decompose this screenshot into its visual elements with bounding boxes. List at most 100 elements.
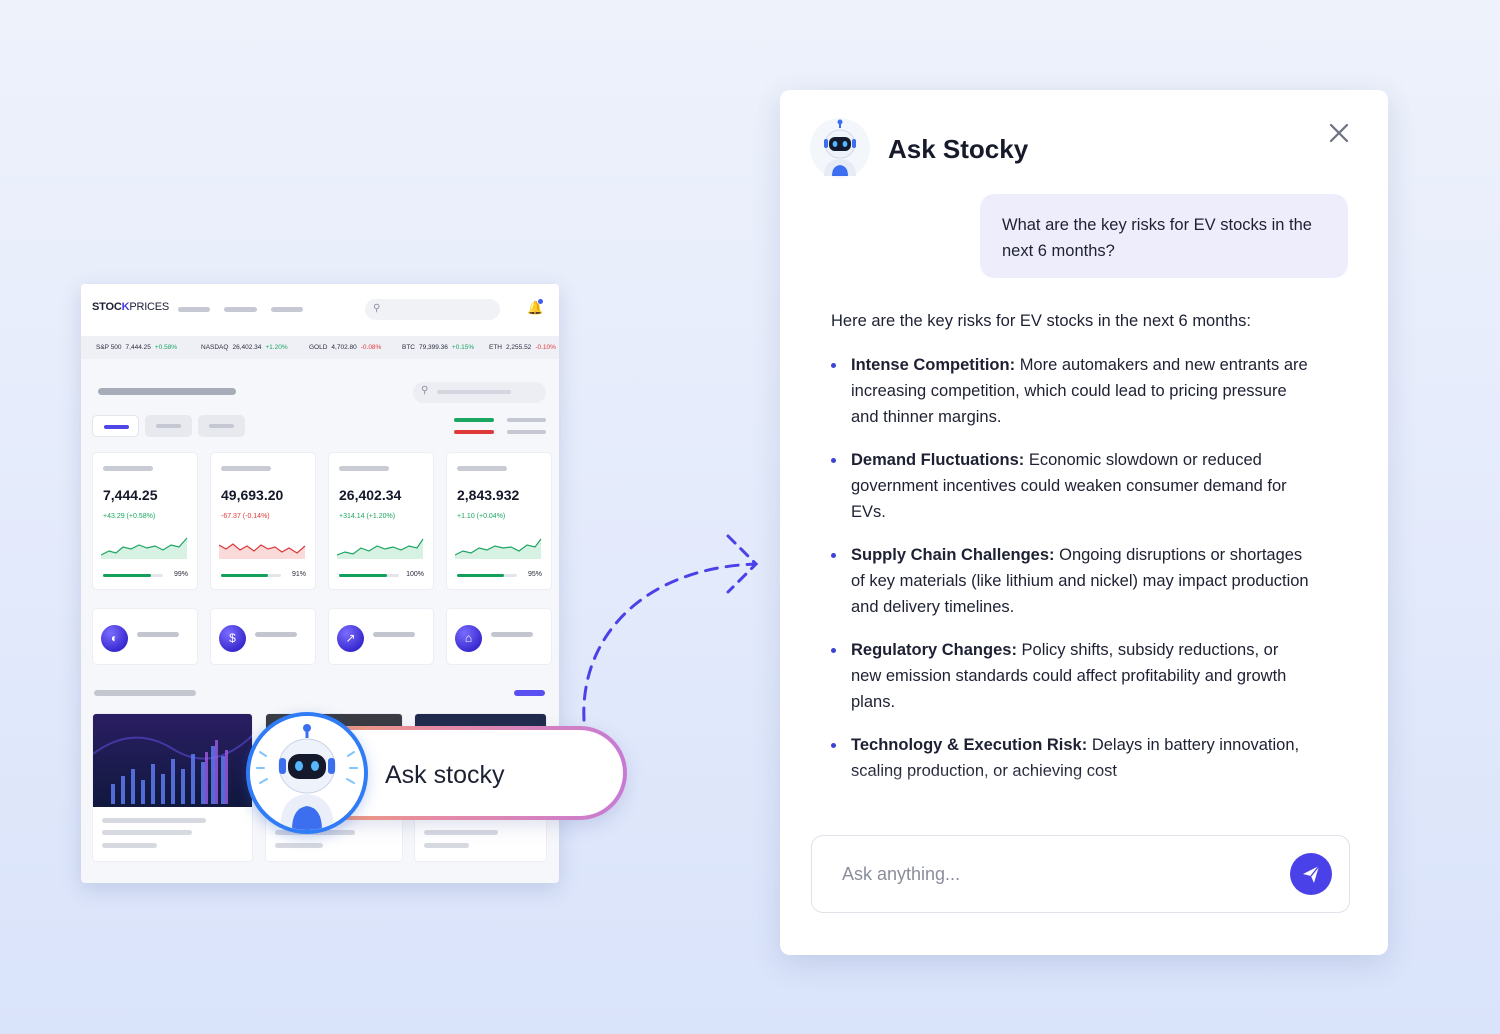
stat-value: 49,693.20 bbox=[221, 487, 284, 503]
risk-list-item: Intense Competition: More automakers and… bbox=[831, 352, 1311, 430]
tab-label-placeholder bbox=[156, 424, 181, 428]
ticker-name: ETH bbox=[489, 344, 502, 351]
sparkline-chart bbox=[101, 537, 188, 559]
hand-dollar-icon: $ bbox=[219, 625, 246, 652]
ticker-value: 7,444.25 bbox=[125, 344, 151, 351]
news-title-placeholder bbox=[102, 818, 206, 823]
risk-title: Intense Competition: bbox=[851, 356, 1016, 374]
coin-icon: ◐ bbox=[101, 625, 128, 652]
ask-stocky-label: Ask stocky bbox=[385, 761, 505, 789]
tab-2[interactable] bbox=[145, 415, 192, 437]
sparkline-chart bbox=[455, 538, 542, 559]
dashboard-search-input[interactable]: ⚲ bbox=[365, 299, 500, 320]
mini-label-placeholder bbox=[373, 632, 415, 637]
stat-value: 26,402.34 bbox=[339, 487, 402, 503]
legend-down-line bbox=[454, 430, 494, 434]
chat-input-container bbox=[811, 835, 1350, 913]
assistant-intro-text: Here are the key risks for EV stocks in … bbox=[831, 312, 1252, 330]
progress-bar bbox=[221, 574, 281, 577]
ticker-item[interactable]: GOLD 4,702.80 -0.08% bbox=[309, 344, 381, 351]
mini-card[interactable]: ◐ bbox=[92, 608, 198, 665]
progress-bar bbox=[339, 574, 399, 577]
ticker-change: +0.15% bbox=[451, 344, 475, 351]
sparkline-chart bbox=[219, 543, 306, 559]
ticker-value: 26,402.34 bbox=[232, 344, 262, 351]
logo-text-1: STOC bbox=[92, 301, 122, 313]
send-button[interactable] bbox=[1290, 853, 1332, 895]
flow-arrow-icon bbox=[582, 534, 759, 722]
risk-title: Regulatory Changes: bbox=[851, 641, 1017, 659]
news-title-placeholder bbox=[424, 830, 498, 835]
stat-card[interactable]: 2,843.932 +1.10 (+0.04%) 95% bbox=[446, 452, 552, 590]
ticker-item[interactable]: S&P 500 7,444.25 +0.58% bbox=[96, 344, 177, 351]
news-title-placeholder bbox=[102, 830, 192, 835]
legend-label-placeholder bbox=[507, 418, 546, 422]
ticker-item[interactable]: ETH 2,255.52 -0.10% bbox=[489, 344, 556, 351]
ticker-change: +0.58% bbox=[154, 344, 178, 351]
nav-link-3[interactable] bbox=[271, 307, 303, 312]
assistant-message: Here are the key risks for EV stocks in … bbox=[831, 308, 1311, 801]
news-card[interactable] bbox=[92, 713, 253, 862]
tab-label-placeholder bbox=[209, 424, 234, 428]
view-all-link[interactable] bbox=[514, 690, 545, 696]
stat-percent: 91% bbox=[291, 571, 306, 578]
progress-fill bbox=[103, 574, 151, 577]
chat-robot-avatar-icon bbox=[810, 118, 870, 178]
chat-input[interactable] bbox=[842, 858, 1262, 890]
tab-label-placeholder bbox=[104, 425, 129, 429]
legend-up-line bbox=[454, 418, 494, 422]
chat-title: Ask Stocky bbox=[888, 134, 1029, 164]
search-placeholder-line bbox=[437, 390, 511, 394]
nav-link-2[interactable] bbox=[224, 307, 257, 312]
risk-list-item: Supply Chain Challenges: Ongoing disrupt… bbox=[831, 542, 1311, 620]
news-meta-placeholder bbox=[275, 843, 323, 848]
ticker-bar: S&P 500 7,444.25 +0.58% NASDAQ 26,402.34 +1.… bbox=[81, 336, 559, 359]
stat-percent: 95% bbox=[527, 571, 542, 578]
ticker-item[interactable]: NASDAQ 26,402.34 +1.20% bbox=[201, 344, 288, 351]
nav-link-1[interactable] bbox=[178, 307, 210, 312]
search-icon: ⚲ bbox=[421, 385, 429, 396]
stat-card[interactable]: 7,444.25 +43.29 (+0.58%) 99% bbox=[92, 452, 198, 590]
ticker-value: 79,399.36 bbox=[419, 344, 448, 351]
notification-dot bbox=[538, 299, 543, 304]
progress-fill bbox=[339, 574, 387, 577]
risk-title: Supply Chain Challenges: bbox=[851, 546, 1055, 564]
chat-panel: Ask Stocky What are the key risks for EV… bbox=[780, 90, 1388, 955]
news-image-chart bbox=[93, 714, 252, 807]
stockprices-logo[interactable]: STOCKPRICES bbox=[92, 301, 169, 313]
send-icon bbox=[1303, 865, 1320, 883]
stat-label-placeholder bbox=[103, 466, 153, 471]
stat-change: +1.10 (+0.04%) bbox=[457, 513, 506, 520]
risk-title: Technology & Execution Risk: bbox=[851, 736, 1088, 754]
ticker-value: 2,255.52 bbox=[506, 344, 532, 351]
ticker-name: GOLD bbox=[309, 344, 328, 351]
mini-card[interactable]: $ bbox=[210, 608, 316, 665]
ticker-value: 4,702.80 bbox=[331, 344, 357, 351]
mini-card[interactable]: ⌂ bbox=[446, 608, 552, 665]
ticker-change: +1.20% bbox=[265, 344, 288, 351]
progress-fill bbox=[457, 574, 504, 577]
stat-change: -67.37 (-0.14%) bbox=[221, 513, 270, 520]
news-section-title-placeholder bbox=[94, 690, 196, 696]
tab-1[interactable] bbox=[92, 415, 139, 437]
section-search-input[interactable]: ⚲ bbox=[413, 382, 546, 403]
mini-label-placeholder bbox=[491, 632, 533, 637]
stat-label-placeholder bbox=[221, 466, 271, 471]
close-icon[interactable] bbox=[1324, 118, 1354, 148]
mini-card[interactable]: ↗ bbox=[328, 608, 434, 665]
news-meta-placeholder bbox=[424, 843, 469, 848]
legend-label-placeholder bbox=[507, 430, 546, 434]
user-message-bubble: What are the key risks for EV stocks in … bbox=[980, 194, 1348, 278]
progress-fill bbox=[221, 574, 268, 577]
ticker-item[interactable]: BTC 79,399.36 +0.15% bbox=[402, 344, 474, 351]
ticker-name: NASDAQ bbox=[201, 344, 229, 351]
stat-card[interactable]: 26,402.34 +314.14 (+1.20%) 100% bbox=[328, 452, 434, 590]
robot-avatar[interactable] bbox=[246, 712, 368, 834]
risk-list-item: Regulatory Changes: Policy shifts, subsi… bbox=[831, 637, 1311, 715]
risk-list: Intense Competition: More automakers and… bbox=[831, 352, 1311, 784]
ticker-name: BTC bbox=[402, 344, 415, 351]
stat-card[interactable]: 49,693.20 -67.37 (-0.14%) 91% bbox=[210, 452, 316, 590]
tab-3[interactable] bbox=[198, 415, 245, 437]
robot-icon bbox=[250, 716, 364, 830]
stat-value: 2,843.932 bbox=[457, 487, 520, 503]
